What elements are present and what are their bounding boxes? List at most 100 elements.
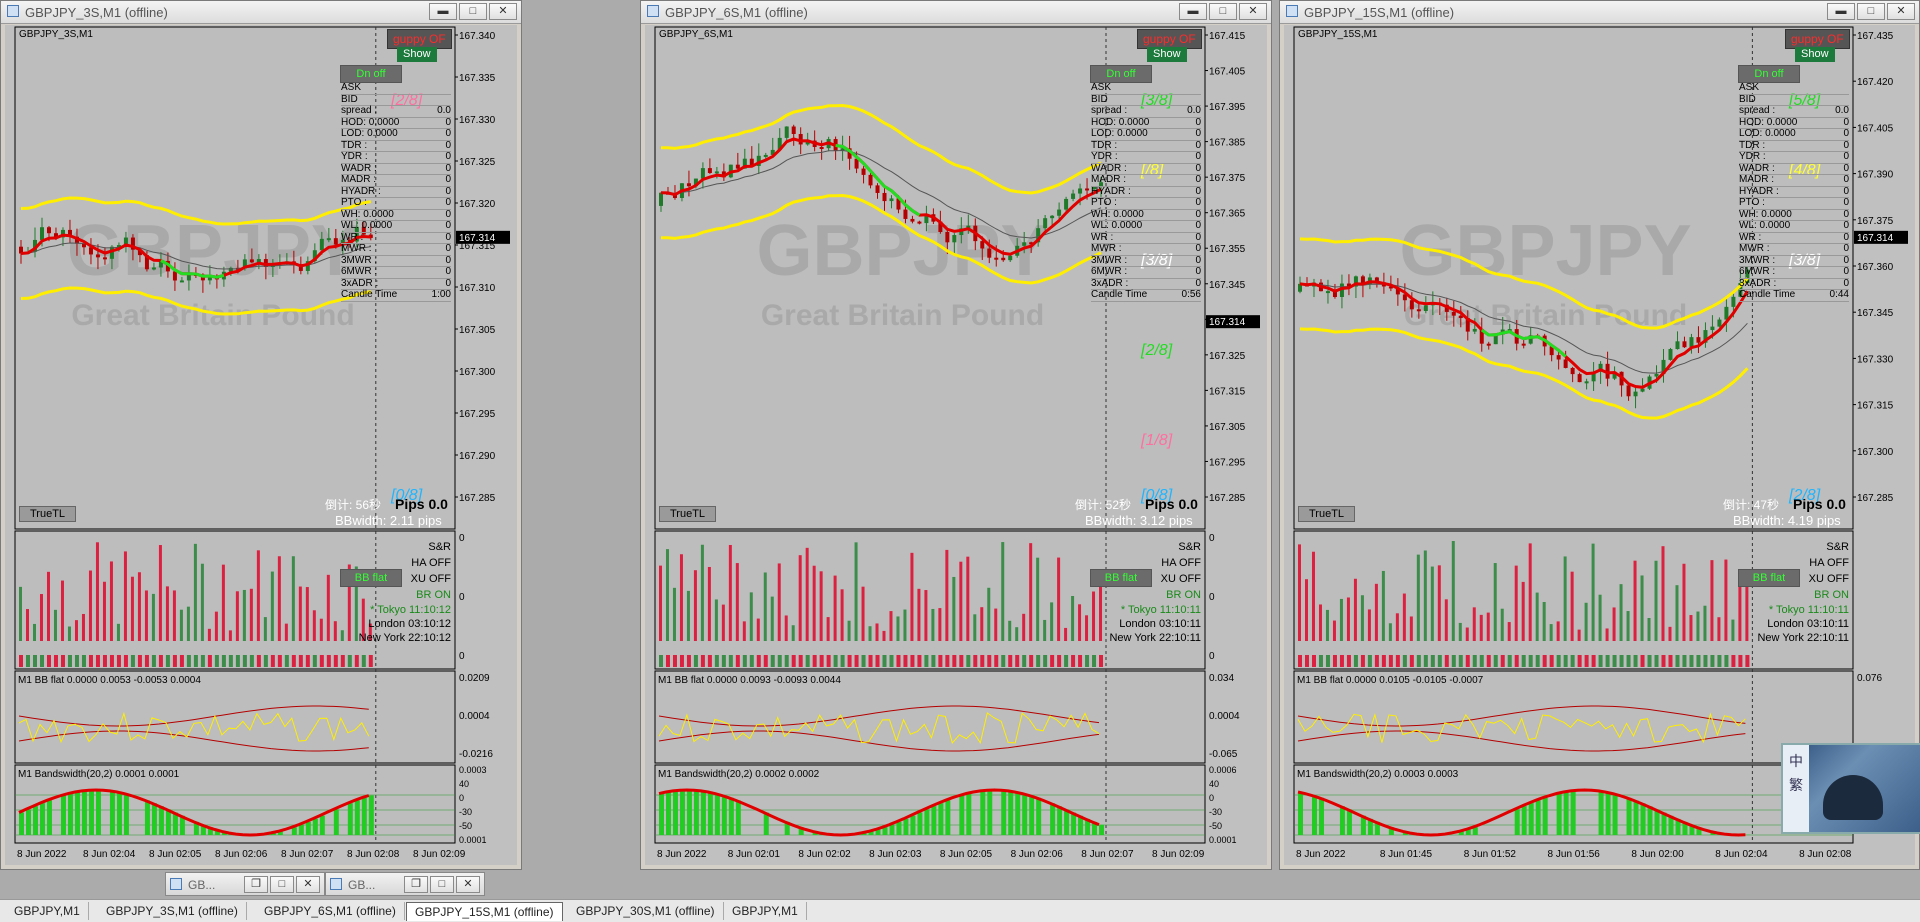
chart-window-3s[interactable]: GBPJPY_3S,M1 (offline) ▬ □ ✕ GBPJPY Great…: [0, 0, 522, 870]
volume-strip: [1423, 655, 1428, 667]
volume-strip: [291, 655, 296, 667]
bw-bar: [672, 790, 678, 835]
volume-strip: [1605, 655, 1610, 667]
candle: [1731, 296, 1736, 307]
close-button[interactable]: ✕: [456, 876, 480, 893]
truetl-button[interactable]: TrueTL: [659, 506, 717, 522]
close-button[interactable]: ✕: [296, 876, 320, 893]
chart-tab[interactable]: GBPJPY_6S,M1 (offline): [256, 902, 405, 920]
volume-bar: [1703, 605, 1707, 641]
close-button[interactable]: ✕: [1239, 3, 1267, 20]
volume-strip: [973, 655, 978, 667]
minimize-button[interactable]: ▬: [1827, 3, 1855, 20]
volume-bar: [1647, 618, 1651, 641]
close-button[interactable]: ✕: [489, 3, 517, 20]
window-titlebar[interactable]: GBPJPY_15S,M1 (offline) ▬ □ ✕: [1280, 1, 1919, 24]
bbflat-button[interactable]: BB flat: [1090, 569, 1152, 587]
volume-bar: [102, 581, 106, 641]
guppy-button[interactable]: guppy OF: [1785, 29, 1850, 49]
chart-area[interactable]: GBPJPY Great Britain Pound 167.340 167.335 1…: [5, 25, 517, 865]
volume-bar: [833, 575, 837, 641]
chart-window-icon: [1286, 5, 1298, 17]
bw-tick: -50: [459, 821, 472, 831]
session-row: * Tokyo 11:10:11: [1095, 603, 1201, 617]
guppy-button[interactable]: guppy OF: [387, 29, 452, 49]
minimized-window[interactable]: GB... ❐ □ ✕: [165, 872, 325, 896]
restore-button[interactable]: ❐: [244, 876, 268, 893]
volume-strip: [130, 655, 135, 667]
maximize-button[interactable]: □: [459, 3, 487, 20]
candle: [1675, 341, 1680, 350]
maximize-button[interactable]: □: [1209, 3, 1237, 20]
stats-value: 0: [445, 128, 451, 139]
chart-area[interactable]: GBPJPY Great Britain Pound 167.435 167.420 1…: [1284, 25, 1915, 865]
pips-label: Pips 0.0: [1145, 496, 1198, 512]
session-time: 22:10:11: [1155, 632, 1201, 644]
avatar-thumbnail[interactable]: 中 繁: [1781, 743, 1920, 834]
minimize-button[interactable]: ▬: [1179, 3, 1207, 20]
volume-strip: [1304, 655, 1309, 667]
show-button[interactable]: Show: [397, 47, 437, 62]
sr-label[interactable]: S&R: [1743, 539, 1849, 555]
br-toggle[interactable]: BR ON: [1743, 587, 1849, 603]
bw-bar: [144, 800, 150, 835]
show-button[interactable]: Show: [1795, 47, 1835, 62]
minimized-window[interactable]: GB... ❐ □ ✕: [325, 872, 485, 896]
time-tick: 8 Jun 01:56: [1548, 849, 1601, 860]
candle: [994, 257, 999, 260]
bw-bar: [931, 806, 937, 835]
stats-value: 0:44: [1829, 289, 1849, 300]
chart-tab[interactable]: GBPJPY,M1: [724, 902, 807, 920]
chart-tab[interactable]: GBPJPY,M1: [6, 902, 89, 920]
candle: [1022, 242, 1027, 246]
session-row: New York 22:10:12: [345, 631, 451, 645]
show-button[interactable]: Show: [1147, 47, 1187, 62]
price-tick: 167.360: [1857, 262, 1894, 273]
stats-panel: ASK BID spread :0.0 HOD: 0.0000 0 LOD: 0.0000…: [1739, 82, 1849, 302]
stats-key: LOD: 0.0000: [1739, 128, 1796, 139]
dn-off-button[interactable]: Dn off: [340, 65, 402, 83]
volume-bar: [1325, 609, 1329, 641]
volume-strip: [165, 655, 170, 667]
chart-window-15s[interactable]: GBPJPY_15S,M1 (offline) ▬ □ ✕ GBPJPY Grea…: [1279, 0, 1920, 870]
minimize-button[interactable]: ▬: [429, 3, 457, 20]
bbflat-button[interactable]: BB flat: [1738, 569, 1800, 587]
stats-key: WADR :: [1739, 162, 1775, 174]
maximize-button[interactable]: □: [430, 876, 454, 893]
bbflat-button[interactable]: BB flat: [340, 569, 402, 587]
sr-label[interactable]: S&R: [345, 539, 451, 555]
maximize-button[interactable]: □: [270, 876, 294, 893]
br-toggle[interactable]: BR ON: [345, 587, 451, 603]
close-button[interactable]: ✕: [1887, 3, 1915, 20]
candle: [172, 271, 177, 281]
chart-window-icon: [170, 878, 182, 890]
chart-tab[interactable]: GBPJPY_3S,M1 (offline): [98, 902, 247, 920]
truetl-button[interactable]: TrueTL: [1298, 506, 1356, 522]
volume-bar: [1654, 560, 1658, 641]
truetl-button[interactable]: TrueTL: [19, 506, 77, 522]
dn-off-button[interactable]: Dn off: [1090, 65, 1152, 83]
chart-tab[interactable]: GBPJPY_15S,M1 (offline): [406, 902, 563, 921]
window-titlebar[interactable]: GBPJPY_6S,M1 (offline) ▬ □ ✕: [641, 1, 1271, 24]
stats-key: YDR :: [341, 151, 368, 162]
sr-label[interactable]: S&R: [1095, 539, 1201, 555]
volume-bar: [826, 617, 830, 641]
volume-strip: [659, 655, 663, 667]
dn-off-button[interactable]: Dn off: [1738, 65, 1800, 83]
volume-bar: [1036, 557, 1040, 641]
maximize-button[interactable]: □: [1857, 3, 1885, 20]
volume-bar: [1346, 597, 1350, 641]
window-titlebar[interactable]: GBPJPY_3S,M1 (offline) ▬ □ ✕: [1, 1, 521, 24]
chart-window-6s[interactable]: GBPJPY_6S,M1 (offline) ▬ □ ✕ GBPJPY Great…: [640, 0, 1272, 870]
guppy-button[interactable]: guppy OF: [1137, 29, 1202, 49]
volume-bar: [952, 576, 956, 641]
chart-tab[interactable]: GBPJPY_30S,M1 (offline): [568, 902, 724, 920]
br-toggle[interactable]: BR ON: [1095, 587, 1201, 603]
volume-bar: [1612, 607, 1616, 641]
restore-button[interactable]: ❐: [404, 876, 428, 893]
volume-bar: [46, 571, 50, 641]
window-title: GBPJPY_15S,M1 (offline): [1304, 5, 1455, 20]
volume-strip: [700, 655, 705, 667]
chart-area[interactable]: GBPJPY Great Britain Pound 167.415 167.405 1…: [645, 25, 1267, 865]
volume-strip: [1367, 655, 1372, 667]
